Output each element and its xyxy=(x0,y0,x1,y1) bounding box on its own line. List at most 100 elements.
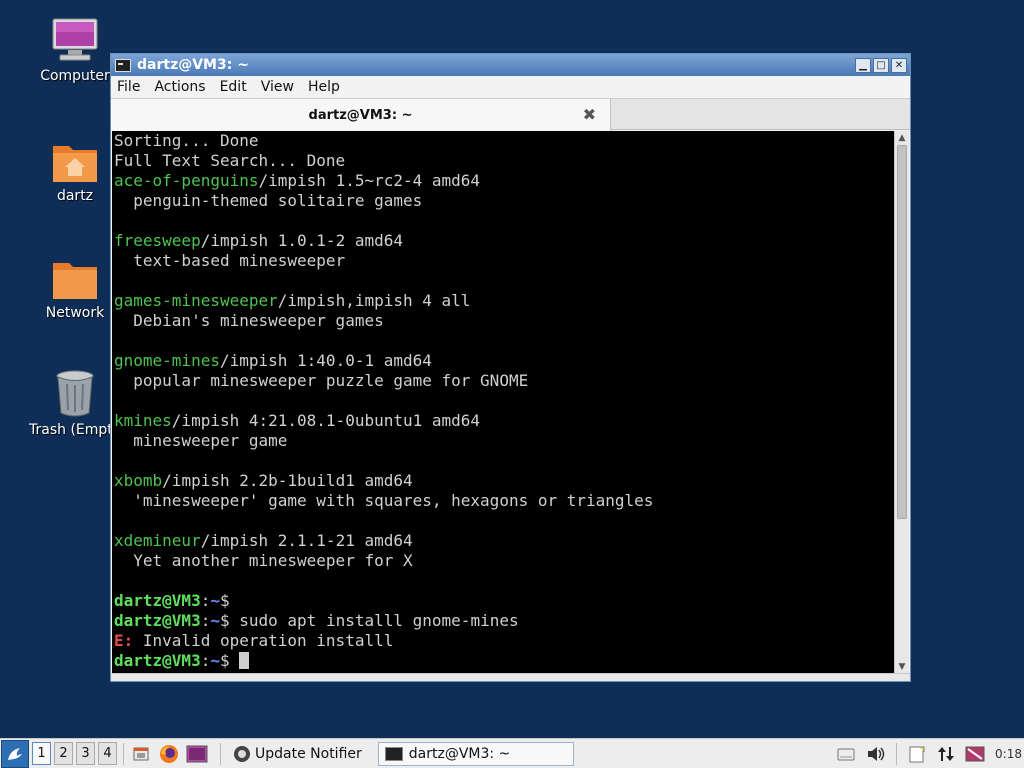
terminal-text: /impish 1.0.1-2 amd64 xyxy=(200,231,403,250)
update-notifier-icon xyxy=(234,745,250,762)
scroll-down-icon[interactable]: ▼ xyxy=(895,660,909,674)
workspace-2[interactable]: 2 xyxy=(54,742,73,765)
clipboard-icon[interactable] xyxy=(907,744,927,764)
home-folder-icon xyxy=(53,146,97,182)
terminal-text: : xyxy=(200,651,211,670)
network-transfer-icon[interactable] xyxy=(937,745,955,763)
taskbar: 1 2 3 4 Update Notifier dartz@VM3: ~ 0:1… xyxy=(0,738,1024,768)
terminal-launcher-icon xyxy=(186,745,208,762)
terminal-text: dartz@VM3 xyxy=(114,651,201,670)
terminal-text: Full Text Search... Done xyxy=(114,151,346,170)
taskbar-separator xyxy=(220,742,221,765)
menu-help[interactable]: Help xyxy=(308,79,340,95)
terminal-text: Yet another minesweeper for X xyxy=(114,551,413,570)
terminal-text: popular minesweeper puzzle game for GNOM… xyxy=(114,371,529,390)
terminal-line: xdemineur/impish 2.1.1-21 amd64 xyxy=(114,531,895,551)
close-button[interactable]: ✕ xyxy=(891,57,907,73)
trash-icon xyxy=(56,370,94,417)
terminal-launcher[interactable] xyxy=(186,743,208,765)
terminal-text: /impish,impish 4 all xyxy=(277,291,471,310)
file-manager-launcher[interactable] xyxy=(130,743,152,765)
terminal-text: Sorting... Done xyxy=(114,131,259,150)
firefox-launcher[interactable] xyxy=(158,743,180,765)
minimize-button[interactable]: ▁ xyxy=(855,57,871,73)
window-title: dartz@VM3: ~ xyxy=(137,57,249,73)
terminal-line: games-minesweeper/impish,impish 4 all xyxy=(114,291,895,311)
window-controls: ▁ □ ✕ xyxy=(855,57,907,73)
clock[interactable]: 0:18 xyxy=(995,747,1022,761)
terminal-text: minesweeper game xyxy=(114,431,288,450)
terminal-text: /impish 1.5~rc2-4 amd64 xyxy=(258,171,481,190)
terminal-window: dartz@VM3: ~ ▁ □ ✕ File Actions Edit Vie… xyxy=(110,53,911,682)
terminal-cursor xyxy=(239,652,250,669)
workspace-4[interactable]: 4 xyxy=(98,742,117,765)
terminal-text: /impish 1:40.0-1 amd64 xyxy=(219,351,432,370)
terminal-text: /impish 2.1.1-21 amd64 xyxy=(200,531,413,550)
close-tab-icon[interactable]: ✖ xyxy=(583,105,596,124)
menu-view[interactable]: View xyxy=(261,79,294,95)
terminal-task-icon xyxy=(384,746,403,761)
menu-bar: File Actions Edit View Help xyxy=(111,76,910,98)
terminal-line: xbomb/impish 2.2b-1build1 amd64 xyxy=(114,471,895,491)
window-titlebar[interactable]: dartz@VM3: ~ ▁ □ ✕ xyxy=(111,54,910,76)
window-bottom-border xyxy=(111,673,910,681)
terminal-text: xbomb xyxy=(114,471,163,490)
system-tray: 0:18 xyxy=(836,742,1024,765)
terminal-text: $ xyxy=(219,591,240,610)
terminal-line: Full Text Search... Done xyxy=(114,151,895,171)
firefox-icon xyxy=(160,744,178,763)
terminal-line: 'minesweeper' game with squares, hexagon… xyxy=(114,491,895,511)
terminal-icon xyxy=(115,58,131,72)
menu-actions[interactable]: Actions xyxy=(154,79,205,95)
terminal-text: kmines xyxy=(114,411,172,430)
terminal-line: popular minesweeper puzzle game for GNOM… xyxy=(114,371,895,391)
terminal-line: freesweep/impish 1.0.1-2 amd64 xyxy=(114,231,895,251)
terminal-line: gnome-mines/impish 1:40.0-1 amd64 xyxy=(114,351,895,371)
terminal-text: gnome-mines xyxy=(114,351,220,370)
menu-file[interactable]: File xyxy=(117,79,140,95)
workspace-1[interactable]: 1 xyxy=(32,742,51,765)
start-menu-button[interactable] xyxy=(1,739,29,768)
terminal-line: Yet another minesweeper for X xyxy=(114,551,895,571)
terminal-line: kmines/impish 4:21.08.1-0ubuntu1 amd64 xyxy=(114,411,895,431)
removable-drive-icon[interactable] xyxy=(836,745,856,763)
terminal-text: xdemineur xyxy=(114,531,201,550)
power-manager-icon[interactable] xyxy=(965,745,985,763)
lubuntu-logo-icon xyxy=(8,747,22,760)
terminal-text: freesweep xyxy=(114,231,201,250)
file-manager-icon xyxy=(133,747,149,760)
terminal-text: : xyxy=(200,611,211,630)
terminal-scrollbar[interactable]: ▲ ▼ xyxy=(894,131,909,674)
terminal-text: Debian's minesweeper games xyxy=(114,311,384,330)
maximize-button[interactable]: □ xyxy=(873,57,889,73)
terminal-output[interactable]: Sorting... Done Full Text Search... Done a… xyxy=(112,131,895,674)
terminal-line: text-based minesweeper xyxy=(114,251,895,271)
task-label: dartz@VM3: ~ xyxy=(408,745,511,762)
scrollbar-thumb[interactable] xyxy=(897,145,907,519)
scroll-up-icon[interactable]: ▲ xyxy=(895,131,909,145)
tray-separator xyxy=(896,742,898,765)
tab-terminal[interactable]: dartz@VM3: ~ ✖ xyxy=(111,99,611,131)
terminal-line: dartz@VM3:~$ xyxy=(114,591,895,611)
task-terminal[interactable]: dartz@VM3: ~ xyxy=(377,741,574,766)
terminal-text: text-based minesweeper xyxy=(114,251,346,270)
task-update-notifier[interactable]: Update Notifier xyxy=(227,742,368,766)
computer-icon xyxy=(52,18,98,61)
terminal-line: E: Invalid operation installl xyxy=(114,631,895,651)
terminal-text: : xyxy=(200,591,211,610)
taskbar-separator xyxy=(123,742,124,765)
network-folder-icon xyxy=(53,263,97,299)
terminal-text: ~ xyxy=(210,591,220,610)
terminal-text: ~ xyxy=(210,651,220,670)
terminal-text: /impish 2.2b-1build1 amd64 xyxy=(162,471,413,490)
terminal-line: ace-of-penguins/impish 1.5~rc2-4 amd64 xyxy=(114,171,895,191)
workspace-3[interactable]: 3 xyxy=(76,742,95,765)
menu-edit[interactable]: Edit xyxy=(220,79,247,95)
volume-icon[interactable] xyxy=(866,745,886,763)
